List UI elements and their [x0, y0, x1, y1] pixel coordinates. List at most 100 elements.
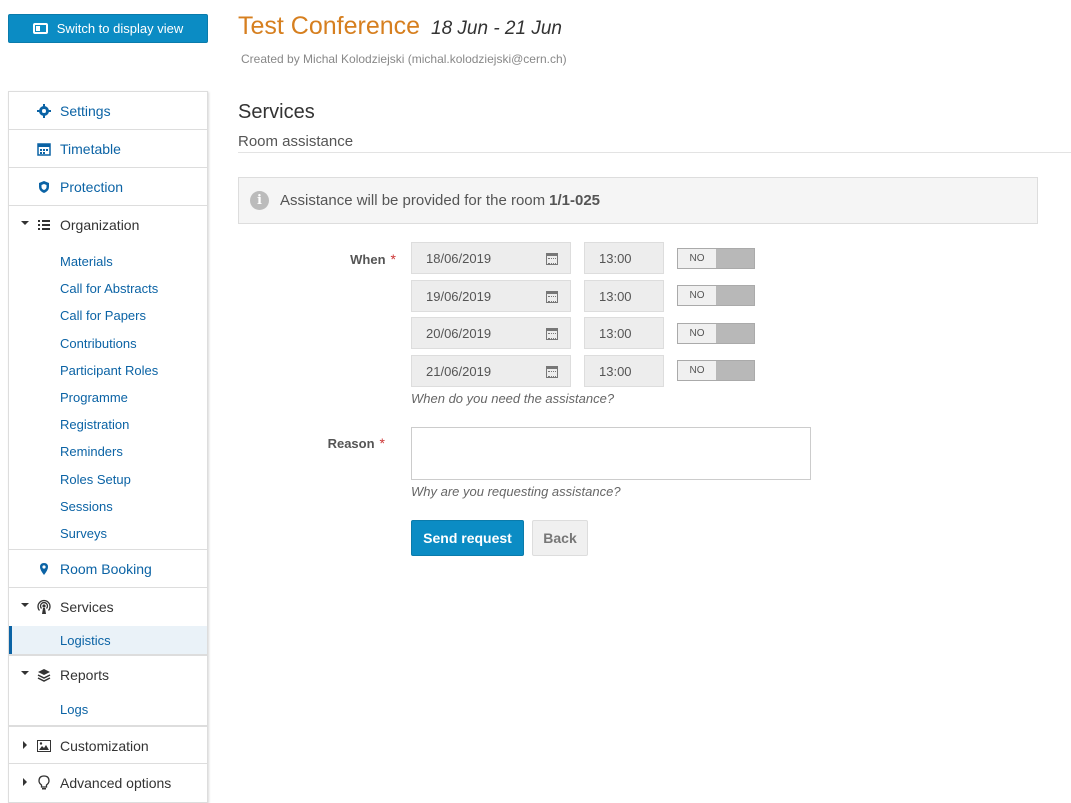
chevron-down-icon: [21, 603, 29, 608]
shield-icon: [36, 179, 52, 195]
assistance-toggle[interactable]: NO: [677, 285, 755, 306]
sidebar-subitem-surveys[interactable]: Surveys: [9, 520, 207, 547]
time-value: 13:00: [599, 250, 632, 266]
calendar-icon: [36, 141, 52, 157]
time-field[interactable]: 13:00: [584, 317, 664, 349]
sidebar-subitem-roles-setup[interactable]: Roles Setup: [9, 466, 207, 493]
toggle-label: NO: [678, 249, 716, 268]
sidebar-item-label: Reports: [60, 667, 110, 684]
services-submenu: Logistics: [9, 626, 207, 656]
chevron-right-icon: [23, 778, 27, 787]
time-field[interactable]: 13:00: [584, 280, 664, 312]
info-message: i Assistance will be provided for the ro…: [238, 177, 1038, 224]
sidebar-subitem-participant-roles[interactable]: Participant Roles: [9, 357, 207, 384]
sidebar-subitem-call-for-papers[interactable]: Call for Papers: [9, 302, 207, 329]
sidebar-subitem-logs[interactable]: Logs: [9, 693, 207, 725]
sidebar-item-label: Services: [60, 599, 114, 616]
reports-submenu: Logs: [9, 693, 207, 727]
sidebar-subitem-materials[interactable]: Materials: [9, 248, 207, 275]
sidebar-subitem-registration[interactable]: Registration: [9, 411, 207, 438]
sidebar-subitem-call-for-abstracts[interactable]: Call for Abstracts: [9, 275, 207, 302]
date-field[interactable]: 20/06/2019: [411, 317, 571, 349]
sidebar-subitem-contributions[interactable]: Contributions: [9, 330, 207, 357]
time-value: 13:00: [599, 363, 632, 379]
calendar-icon[interactable]: [546, 328, 558, 340]
reason-textarea[interactable]: [411, 427, 811, 480]
switch-to-display-view-button[interactable]: Switch to display view: [8, 14, 208, 43]
when-label-text: When: [350, 252, 386, 267]
assistance-toggle[interactable]: NO: [677, 323, 755, 344]
assistance-toggle[interactable]: NO: [677, 248, 755, 269]
toggle-knob: [716, 286, 754, 305]
sidebar-item-advanced-options[interactable]: Advanced options: [9, 764, 207, 802]
sidebar-item-timetable[interactable]: Timetable: [9, 130, 207, 168]
sidebar-item-label: Room Booking: [60, 561, 152, 578]
sidebar-item-services[interactable]: Services: [9, 588, 207, 626]
reason-label-text: Reason: [327, 436, 375, 451]
date-field[interactable]: 18/06/2019: [411, 242, 571, 274]
calendar-icon[interactable]: [546, 253, 558, 265]
calendar-icon[interactable]: [546, 291, 558, 303]
when-help-text: When do you need the assistance?: [411, 391, 615, 406]
toggle-label: NO: [678, 286, 716, 305]
sidebar-item-label: Customization: [60, 738, 149, 755]
sidebar-subitem-sessions[interactable]: Sessions: [9, 493, 207, 520]
sidebar-subitem-logistics[interactable]: Logistics: [9, 626, 207, 655]
sidebar-item-room-booking[interactable]: Room Booking: [9, 550, 207, 589]
chevron-down-icon: [21, 671, 29, 676]
lightbulb-icon: [36, 775, 52, 791]
sidebar-item-label: Protection: [60, 179, 124, 195]
image-icon: [36, 738, 52, 754]
sidebar-item-organization[interactable]: Organization: [9, 206, 207, 244]
reason-help-text: Why are you requesting assistance?: [411, 484, 621, 499]
info-text: Assistance will be provided for the room: [280, 192, 546, 209]
layers-icon: [36, 667, 52, 683]
organization-submenu: Materials Call for Abstracts Call for Pa…: [9, 244, 207, 551]
event-title-text: Test Conference: [238, 12, 421, 40]
required-marker: *: [390, 251, 396, 267]
date-field[interactable]: 21/06/2019: [411, 355, 571, 387]
chevron-right-icon: [23, 741, 27, 750]
page-subtitle: Room assistance: [238, 133, 1071, 153]
page-title: Services: [238, 101, 315, 123]
date-value: 21/06/2019: [426, 363, 492, 379]
date-value: 18/06/2019: [426, 250, 492, 266]
switch-button-label: Switch to display view: [56, 21, 184, 36]
date-field[interactable]: 19/06/2019: [411, 280, 571, 312]
time-field[interactable]: 13:00: [584, 355, 664, 387]
sidebar-item-reports[interactable]: Reports: [9, 655, 207, 693]
chevron-down-icon: [21, 221, 29, 225]
sidebar-item-label: Organization: [60, 217, 140, 233]
when-label: When *: [316, 251, 396, 267]
event-dates: 18 Jun - 21 Jun: [431, 18, 562, 39]
created-by: Created by Michal Kolodziejski (michal.k…: [241, 52, 567, 66]
sidebar-item-protection[interactable]: Protection: [9, 168, 207, 206]
sidebar-subitem-programme[interactable]: Programme: [9, 384, 207, 411]
event-title: Test Conference 18 Jun - 21 Jun: [238, 12, 562, 41]
toggle-knob: [716, 361, 754, 380]
room-name: 1/1-025: [549, 192, 600, 209]
toggle-knob: [716, 249, 754, 268]
list-icon: [36, 217, 52, 233]
display-icon: [32, 23, 48, 34]
send-request-button[interactable]: Send request: [411, 520, 524, 556]
assistance-toggle[interactable]: NO: [677, 360, 755, 381]
sidebar: Settings Timetable Protection Organizati…: [8, 91, 208, 803]
gear-icon: [36, 103, 52, 119]
sidebar-item-label: Timetable: [60, 141, 121, 157]
reason-label: Reason *: [305, 435, 385, 451]
toggle-label: NO: [678, 361, 716, 380]
required-marker: *: [379, 435, 385, 451]
calendar-icon[interactable]: [546, 366, 558, 378]
sidebar-item-label: Settings: [60, 103, 111, 119]
time-field[interactable]: 13:00: [584, 242, 664, 274]
sidebar-item-customization[interactable]: Customization: [9, 726, 207, 765]
date-value: 19/06/2019: [426, 288, 492, 304]
date-value: 20/06/2019: [426, 325, 492, 341]
sidebar-item-settings[interactable]: Settings: [9, 92, 207, 130]
time-value: 13:00: [599, 288, 632, 304]
sidebar-subitem-reminders[interactable]: Reminders: [9, 438, 207, 465]
broadcast-icon: [36, 599, 52, 615]
map-pin-icon: [36, 561, 52, 577]
back-button[interactable]: Back: [532, 520, 588, 556]
